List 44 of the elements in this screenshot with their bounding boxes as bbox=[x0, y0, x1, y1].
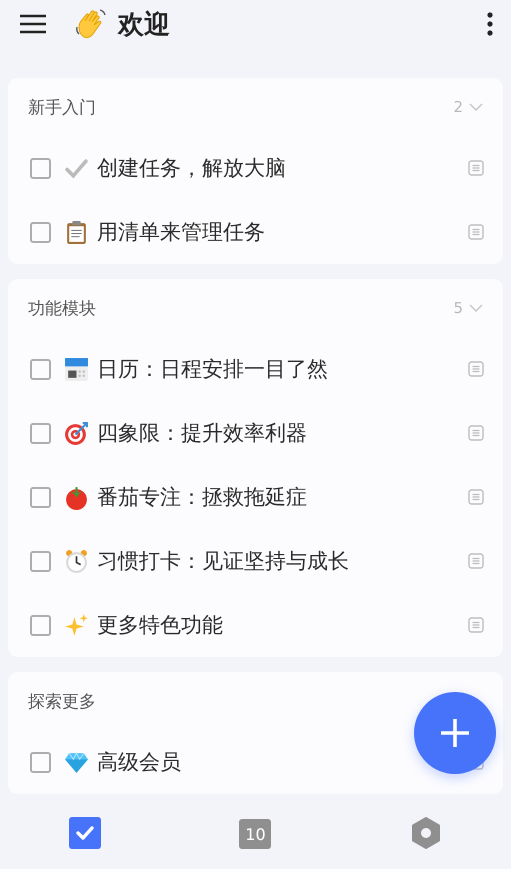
task-checkbox[interactable] bbox=[30, 486, 51, 508]
more-options-icon[interactable] bbox=[487, 12, 493, 36]
section-title: 功能模块 bbox=[28, 298, 96, 320]
note-icon bbox=[468, 160, 484, 176]
task-count: 2 bbox=[453, 98, 463, 116]
tomato-icon bbox=[64, 484, 89, 510]
plus-icon bbox=[439, 717, 471, 749]
calendar-icon bbox=[64, 356, 89, 382]
task-title[interactable]: 番茄专注：拯救拖延症 bbox=[97, 483, 307, 511]
note-icon bbox=[468, 425, 484, 441]
waving-hand-icon bbox=[74, 7, 108, 41]
section-title: 新手入门 bbox=[28, 96, 96, 118]
task-title[interactable]: 更多特色功能 bbox=[97, 611, 223, 639]
task-checkbox[interactable] bbox=[30, 158, 51, 178]
clipboard-icon bbox=[64, 220, 89, 244]
note-icon bbox=[468, 361, 484, 377]
page-title: 欢迎 bbox=[118, 8, 170, 42]
alarm-clock-icon bbox=[64, 548, 89, 574]
task-title[interactable]: 日历：日程安排一目了然 bbox=[97, 355, 328, 383]
menu-icon[interactable] bbox=[20, 14, 46, 34]
chevron-icon[interactable] bbox=[469, 103, 483, 111]
task-title[interactable]: 四象限：提升效率利器 bbox=[97, 419, 307, 447]
sparkles-icon bbox=[64, 612, 89, 638]
task-title[interactable]: 用清单来管理任务 bbox=[97, 218, 265, 246]
target-icon bbox=[64, 420, 89, 446]
gem-icon bbox=[64, 750, 89, 774]
tasks-tab-icon[interactable] bbox=[69, 817, 102, 849]
note-icon bbox=[468, 224, 484, 240]
task-title[interactable]: 习惯打卡：见证坚持与成长 bbox=[97, 547, 349, 575]
note-icon bbox=[468, 553, 484, 569]
task-checkbox[interactable] bbox=[30, 550, 51, 572]
task-checkbox[interactable] bbox=[30, 358, 51, 380]
task-title[interactable]: 高级会员 bbox=[97, 748, 181, 776]
task-title[interactable]: 创建任务，解放大脑 bbox=[97, 154, 286, 182]
settings-tab-icon[interactable] bbox=[410, 817, 442, 849]
task-checkbox[interactable] bbox=[30, 614, 51, 636]
task-count: 5 bbox=[453, 299, 463, 317]
task-checkbox[interactable] bbox=[30, 422, 51, 444]
task-checkbox[interactable] bbox=[30, 752, 51, 772]
note-icon bbox=[468, 617, 484, 633]
section-title: 探索更多 bbox=[28, 690, 96, 712]
chevron-icon[interactable] bbox=[469, 304, 483, 312]
note-icon bbox=[468, 489, 484, 505]
task-checkbox[interactable] bbox=[30, 222, 51, 242]
